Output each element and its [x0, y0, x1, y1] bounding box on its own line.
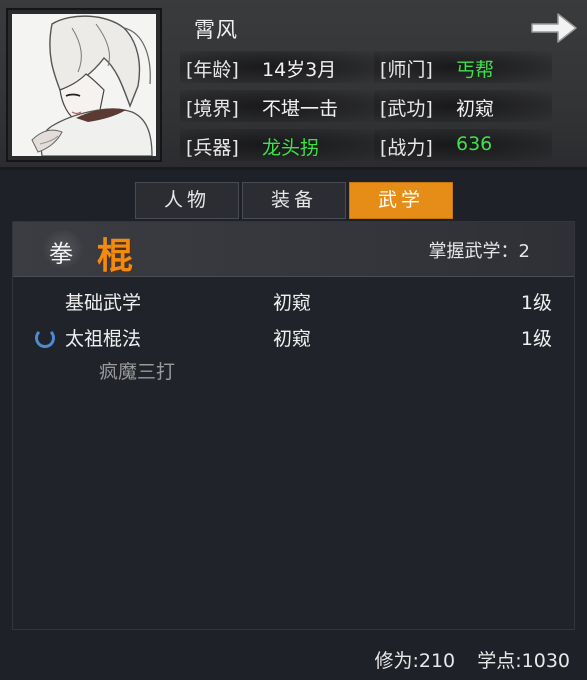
footer-stats: 修为:210 学点:1030: [374, 646, 570, 673]
skill-name: 太祖棍法: [65, 328, 142, 350]
sect-value: 丐帮: [456, 59, 495, 81]
study-points-value: 学点:1030: [477, 650, 570, 672]
skill-rank: 初窥: [273, 328, 312, 350]
portrait-frame: [6, 8, 162, 162]
power-label: [战力]: [380, 137, 433, 159]
skill-rank: 初窥: [273, 292, 312, 314]
kungfu-value: 初窥: [456, 98, 495, 120]
realm-label: [境界]: [186, 98, 239, 120]
back-arrow-icon[interactable]: [528, 10, 580, 46]
loading-spinner-icon: [35, 328, 55, 348]
character-header: 霄风 [年龄] 14岁3月 [师门] 丐帮 [境界] 不堪一击 [武功] 初窥 …: [0, 0, 587, 170]
martial-arts-panel: 拳 棍 掌握武学：2 基础武学 初窥 1级 太祖棍法 初窥 1级 疯魔三打: [12, 221, 575, 630]
age-label: [年龄]: [186, 59, 239, 81]
sect-label: [师门]: [380, 59, 433, 81]
weapon-label: [兵器]: [186, 137, 239, 159]
mastered-count: 掌握武学：2: [428, 241, 530, 262]
tab-character[interactable]: 人物: [135, 182, 239, 219]
character-portrait[interactable]: [12, 14, 156, 156]
realm-value: 不堪一击: [262, 98, 339, 120]
power-value: 636: [456, 133, 493, 155]
footer: 修为:210 学点:1030: [0, 630, 587, 680]
category-bar: 拳 棍 掌握武学：2: [13, 222, 574, 277]
category-staff[interactable]: 棍: [97, 227, 133, 279]
tab-martial-arts[interactable]: 武学: [349, 182, 453, 219]
cultivation-value: 修为:210: [374, 650, 456, 672]
portrait-illustration: [12, 14, 156, 156]
skill-name: 基础武学: [65, 292, 142, 314]
sub-skill[interactable]: 疯魔三打: [99, 357, 175, 384]
skill-row[interactable]: 基础武学 初窥 1级: [13, 284, 574, 318]
tab-equipment[interactable]: 装备: [242, 182, 346, 219]
tab-bar: 人物 装备 武学: [0, 173, 587, 221]
category-fist[interactable]: 拳: [49, 234, 73, 269]
character-name: 霄风: [194, 18, 238, 42]
age-value: 14岁3月: [262, 59, 337, 81]
weapon-value: 龙头拐: [262, 137, 320, 159]
kungfu-label: [武功]: [380, 98, 433, 120]
skill-level: 1级: [520, 328, 552, 350]
skill-level: 1级: [520, 292, 552, 314]
skill-row[interactable]: 太祖棍法 初窥 1级: [13, 320, 574, 354]
